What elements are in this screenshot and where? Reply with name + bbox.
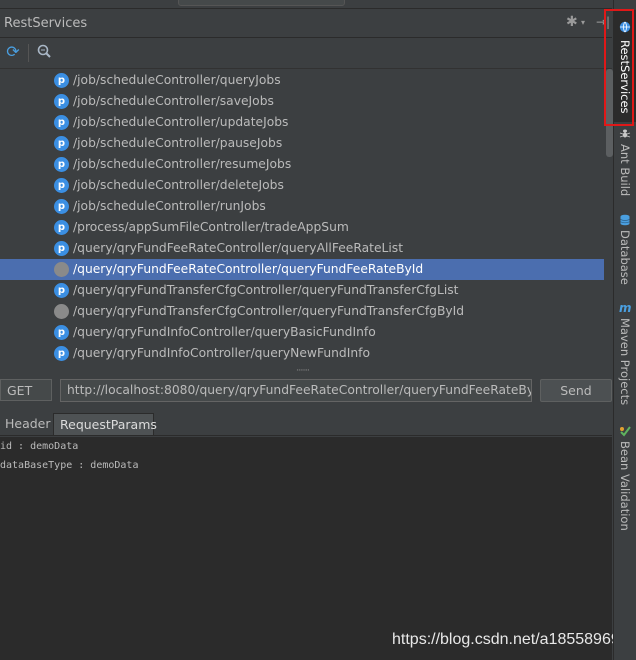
rtab-bean-validation[interactable]: Bean Validation	[614, 423, 636, 533]
rtab-ant-build[interactable]: Ant Build	[614, 126, 636, 206]
panel-toolbar: ⟳	[0, 38, 612, 69]
ant-icon	[619, 128, 631, 140]
tree-row-label: /job/scheduleController/pauseJobs	[73, 136, 283, 150]
tab-request-params[interactable]: RequestParams	[53, 413, 157, 435]
rtab-label: Ant Build	[618, 144, 632, 197]
rtab-label: Database	[618, 230, 632, 285]
tree-row-label: /query/qryFundFeeRateController/queryFun…	[73, 262, 424, 276]
method-dot-icon	[54, 262, 69, 277]
chevron-down-icon[interactable]: ▾	[581, 18, 585, 27]
method-badge-icon: p	[54, 157, 69, 172]
tree-row-label: /query/qryFundTransferCfgController/quer…	[73, 304, 465, 318]
tree-row-label: /job/scheduleController/updateJobs	[73, 115, 289, 129]
tree-row[interactable]: p/query/qryFundInfoController/queryNewFu…	[0, 343, 604, 364]
tree-row-label: /query/qryFundFeeRateController/queryAll…	[73, 241, 404, 255]
tree-row-label: /query/qryFundInfoController/queryBasicF…	[73, 325, 376, 339]
panel-splitter[interactable]: ·······	[0, 366, 612, 376]
tree-row-label: /job/scheduleController/queryJobs	[73, 73, 281, 87]
method-badge-icon: p	[54, 136, 69, 151]
method-badge-icon: p	[54, 346, 69, 361]
highlight-box	[604, 9, 634, 126]
tree-row-label: /query/qryFundInfoController/queryNewFun…	[73, 346, 371, 360]
http-method-select[interactable]: GET	[0, 379, 52, 401]
tree-row[interactable]: p/query/qryFundInfoController/queryBasic…	[0, 322, 604, 343]
param-line: dataBaseType : demoData	[0, 460, 139, 471]
rtab-label: Maven Projects	[618, 318, 632, 406]
tree-row[interactable]: p/job/scheduleController/pauseJobs	[0, 133, 604, 154]
tree-row-label: /job/scheduleController/runJobs	[73, 199, 266, 213]
top-strip	[0, 0, 612, 9]
bean-icon	[619, 425, 631, 437]
method-badge-icon: p	[54, 199, 69, 214]
search-icon[interactable]	[35, 43, 53, 61]
tree-row-label: /query/qryFundTransferCfgController/quer…	[73, 283, 459, 297]
tree-row[interactable]: p/job/scheduleController/saveJobs	[0, 91, 604, 112]
url-input[interactable]: http://localhost:8080/query/qryFundFeeRa…	[60, 379, 532, 402]
method-badge-icon: p	[54, 325, 69, 340]
rtab-database[interactable]: Database	[614, 212, 636, 292]
send-button[interactable]: Send	[540, 379, 612, 402]
method-badge-icon: p	[54, 73, 69, 88]
method-badge-icon: p	[54, 220, 69, 235]
refresh-icon[interactable]: ⟳	[4, 43, 22, 61]
tree-row[interactable]: p/job/scheduleController/queryJobs	[0, 70, 604, 91]
method-dot-icon	[54, 304, 69, 319]
method-badge-icon: p	[54, 94, 69, 109]
tree-row-label: /process/appSumFileController/tradeAppSu…	[73, 220, 349, 234]
tree-row[interactable]: p/job/scheduleController/resumeJobs	[0, 154, 604, 175]
toolbar-divider	[28, 44, 29, 62]
method-badge-icon: p	[54, 241, 69, 256]
panel-titlebar: RestServices ✱ ▾ →|	[0, 9, 612, 38]
tree-row[interactable]: p/job/scheduleController/updateJobs	[0, 112, 604, 133]
method-badge-icon: p	[54, 115, 69, 130]
tree-row[interactable]: p/job/scheduleController/deleteJobs	[0, 175, 604, 196]
tree-row[interactable]: /query/qryFundTransferCfgController/quer…	[0, 301, 604, 322]
top-search-field[interactable]	[178, 0, 345, 6]
splitter-grip[interactable]: ·······	[296, 366, 310, 376]
tree-row-label: /job/scheduleController/resumeJobs	[73, 157, 292, 171]
tree-row[interactable]: p/job/scheduleController/runJobs	[0, 196, 604, 217]
tree-row-label: /job/scheduleController/deleteJobs	[73, 178, 284, 192]
service-tree: p/job/scheduleController/queryJobs p/job/…	[0, 69, 604, 366]
gear-icon[interactable]: ✱	[566, 14, 578, 30]
tab-header[interactable]: Header	[0, 413, 52, 435]
method-badge-icon: p	[54, 283, 69, 298]
maven-icon: m	[619, 301, 632, 315]
rtab-maven-projects[interactable]: m Maven Projects	[614, 300, 636, 410]
tree-row[interactable]: p/query/qryFundTransferCfgController/que…	[0, 280, 604, 301]
watermark-text: https://blog.csdn.net/a185589690	[392, 631, 629, 648]
panel-title: RestServices	[4, 16, 88, 31]
rtab-label: Bean Validation	[618, 441, 632, 531]
tree-row-label: /job/scheduleController/saveJobs	[73, 94, 274, 108]
tree-row[interactable]: p/query/qryFundFeeRateController/queryAl…	[0, 238, 604, 259]
database-icon	[619, 214, 631, 226]
request-tabs: Header RequestParams	[0, 413, 612, 436]
request-params-editor[interactable]: id : demoData dataBaseType : demoData	[0, 437, 612, 660]
tree-row[interactable]: p/process/appSumFileController/tradeAppS…	[0, 217, 604, 238]
tree-row[interactable]: /query/qryFundFeeRateController/queryFun…	[0, 259, 604, 280]
method-badge-icon: p	[54, 178, 69, 193]
param-line: id : demoData	[0, 441, 79, 452]
